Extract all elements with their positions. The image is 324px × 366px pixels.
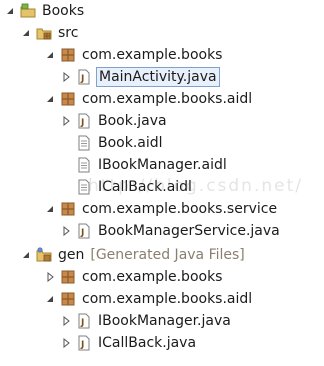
tree-item-ibookmanager-java[interactable]: J IBookManager.java bbox=[60, 310, 233, 332]
tree-item-icallback-aidl[interactable]: ICallBack.aidl bbox=[76, 176, 194, 198]
collapse-arrow-icon[interactable] bbox=[20, 249, 32, 261]
package-icon bbox=[60, 201, 76, 217]
collapse-arrow-icon[interactable] bbox=[20, 27, 32, 39]
text-file-icon bbox=[76, 179, 92, 195]
collapse-arrow-icon[interactable] bbox=[44, 203, 56, 215]
tree-item-package-books-aidl[interactable]: com.example.books.aidl bbox=[44, 88, 254, 110]
tree-item-label: com.example.books bbox=[82, 47, 223, 63]
java-file-icon: J bbox=[76, 223, 92, 239]
text-file-icon bbox=[76, 157, 92, 173]
expand-arrow-icon[interactable] bbox=[60, 337, 72, 349]
tree-item-label: MainActivity.java bbox=[96, 67, 220, 87]
tree-item-decoration: [Generated Java Files] bbox=[90, 247, 245, 263]
package-icon bbox=[60, 47, 76, 63]
collapse-arrow-icon[interactable] bbox=[44, 293, 56, 305]
package-icon bbox=[60, 269, 76, 285]
android-project-icon bbox=[20, 3, 36, 19]
tree-item-label: Books bbox=[42, 3, 85, 19]
tree-item-label: src bbox=[58, 25, 79, 41]
tree-item-ibookmanager-aidl[interactable]: IBookManager.aidl bbox=[76, 154, 229, 176]
svg-text:J: J bbox=[80, 318, 84, 328]
tree-item-gen-package-books[interactable]: com.example.books bbox=[44, 266, 224, 288]
package-explorer-tree: Books src com.example.books J MainActivi… bbox=[0, 0, 324, 366]
expand-arrow-icon[interactable] bbox=[60, 115, 72, 127]
tree-item-label: ICallBack.java bbox=[98, 335, 197, 351]
expand-arrow-icon[interactable] bbox=[60, 225, 72, 237]
tree-item-gen-package-books-aidl[interactable]: com.example.books.aidl bbox=[44, 288, 254, 310]
collapse-arrow-icon[interactable] bbox=[4, 5, 16, 17]
collapse-arrow-icon[interactable] bbox=[44, 93, 56, 105]
tree-item-icallback-java[interactable]: J ICallBack.java bbox=[60, 332, 198, 354]
tree-item-mainactivity[interactable]: J MainActivity.java bbox=[60, 66, 220, 88]
text-file-icon bbox=[76, 135, 92, 151]
package-icon bbox=[60, 291, 76, 307]
tree-item-label: Book.java bbox=[98, 113, 167, 129]
tree-item-label: Book.aidl bbox=[98, 135, 163, 151]
svg-text:J: J bbox=[80, 228, 84, 238]
tree-item-book-aidl[interactable]: Book.aidl bbox=[76, 132, 165, 154]
svg-text:J: J bbox=[80, 74, 84, 84]
tree-item-books-project[interactable]: Books bbox=[4, 0, 86, 22]
tree-item-bookmanagerservice-java[interactable]: J BookManagerService.java bbox=[60, 220, 282, 242]
svg-text:J: J bbox=[80, 340, 84, 350]
tree-item-label: com.example.books.aidl bbox=[82, 91, 253, 107]
tree-item-label: com.example.books bbox=[82, 269, 223, 285]
tree-item-book-java[interactable]: J Book.java bbox=[60, 110, 169, 132]
expand-arrow-icon[interactable] bbox=[44, 271, 56, 283]
tree-item-package-books-service[interactable]: com.example.books.service bbox=[44, 198, 279, 220]
tree-item-label: com.example.books.service bbox=[82, 201, 278, 217]
package-icon bbox=[60, 91, 76, 107]
java-file-icon: J bbox=[76, 313, 92, 329]
java-file-icon: J bbox=[76, 69, 92, 85]
svg-text:J: J bbox=[80, 118, 84, 128]
tree-item-gen[interactable]: gen [Generated Java Files] bbox=[20, 244, 245, 266]
java-file-icon: J bbox=[76, 113, 92, 129]
expand-arrow-icon[interactable] bbox=[60, 315, 72, 327]
tree-item-label: gen bbox=[58, 247, 85, 263]
collapse-arrow-icon[interactable] bbox=[44, 49, 56, 61]
java-file-icon: J bbox=[76, 335, 92, 351]
tree-item-package-books[interactable]: com.example.books bbox=[44, 44, 224, 66]
tree-item-label: com.example.books.aidl bbox=[82, 291, 253, 307]
tree-item-label: IBookManager.java bbox=[98, 313, 231, 329]
tree-item-src[interactable]: src bbox=[20, 22, 80, 44]
expand-arrow-icon[interactable] bbox=[60, 71, 72, 83]
tree-item-label: IBookManager.aidl bbox=[98, 157, 227, 173]
tree-item-label: ICallBack.aidl bbox=[98, 179, 192, 195]
tree-item-label: BookManagerService.java bbox=[98, 223, 280, 239]
generated-source-folder-icon bbox=[36, 247, 52, 263]
source-folder-icon bbox=[36, 25, 52, 41]
